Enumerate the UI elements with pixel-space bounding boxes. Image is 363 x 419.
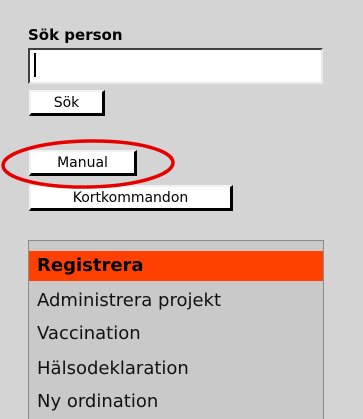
search-person-heading: Sök person xyxy=(28,26,123,44)
menu-item-vaccination[interactable]: Vaccination xyxy=(29,318,323,350)
navigation-menu: Registrera Administrera projekt Vaccinat… xyxy=(28,240,324,419)
search-person-input[interactable] xyxy=(28,48,323,84)
menu-item-ny-ordination[interactable]: Ny ordination xyxy=(29,386,323,418)
menu-item-halsodeklaration[interactable]: Hälsodeklaration xyxy=(29,353,323,385)
manual-button[interactable]: Manual xyxy=(29,150,137,176)
keyboard-shortcuts-button[interactable]: Kortkommandon xyxy=(29,185,233,211)
search-button[interactable]: Sök xyxy=(29,90,105,116)
menu-item-registrera[interactable]: Registrera xyxy=(29,251,323,281)
text-caret xyxy=(34,53,36,77)
menu-item-administrera-projekt[interactable]: Administrera projekt xyxy=(29,285,323,317)
